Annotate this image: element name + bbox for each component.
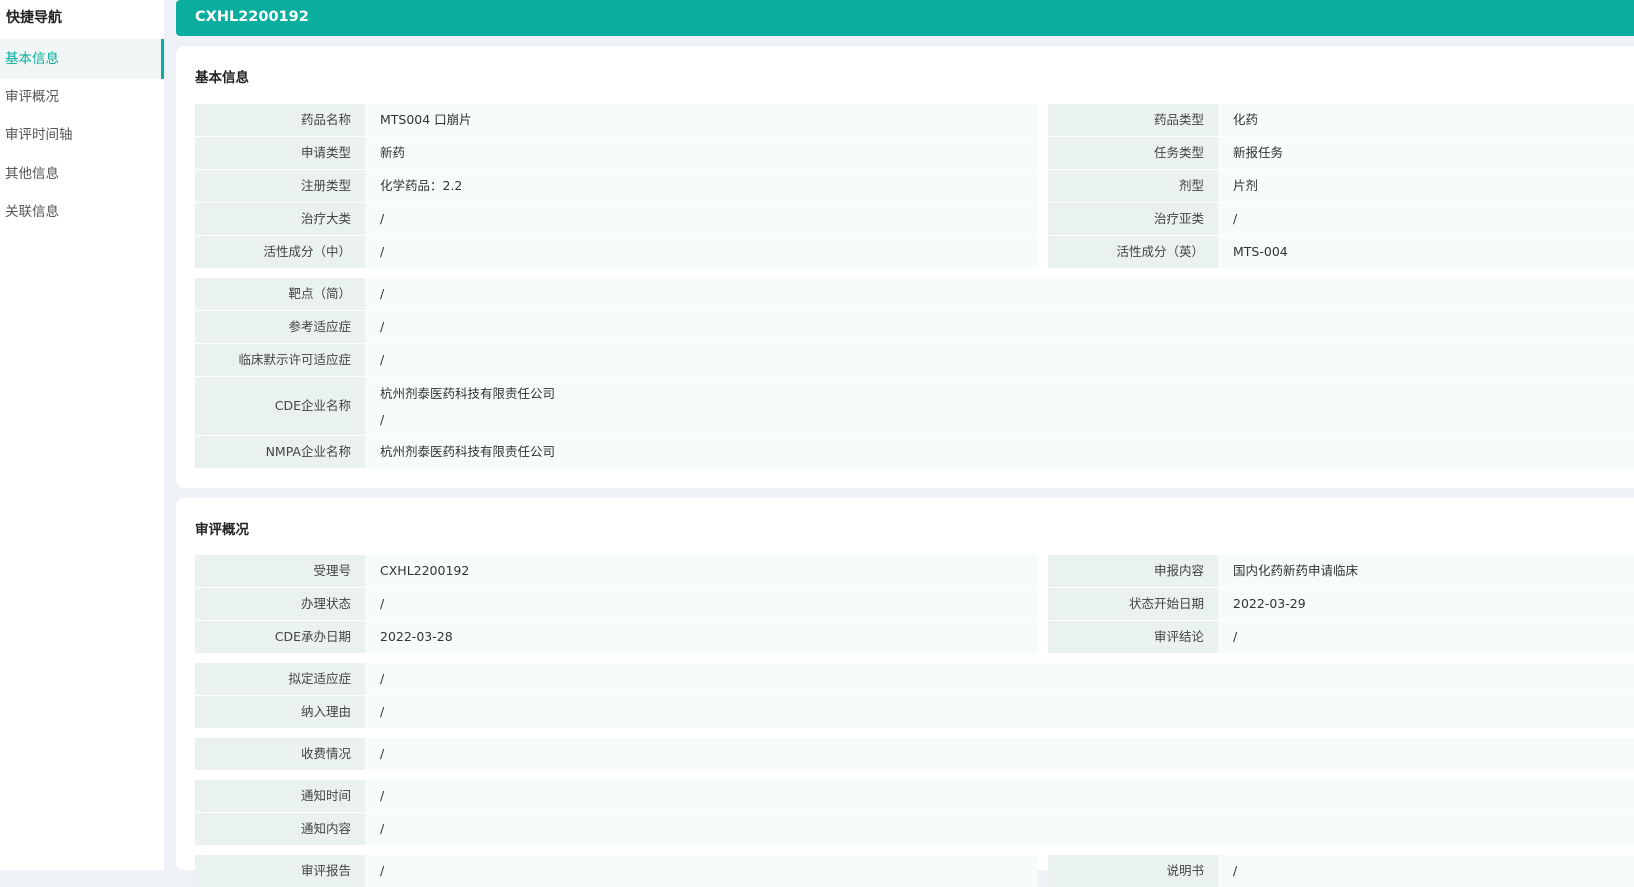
field-value: 新报任务 [1218, 137, 1634, 169]
info-row: NMPA企业名称 杭州剂泰医药科技有限责任公司 [195, 436, 1634, 468]
field-label: 临床默示许可适应症 [195, 344, 365, 376]
info-row: 任务类型 新报任务 [1048, 137, 1634, 169]
info-row: 纳入理由 / [195, 696, 1634, 728]
field-label: 受理号 [195, 555, 365, 587]
field-label: 收费情况 [195, 738, 365, 770]
info-row: 治疗亚类 / [1048, 203, 1634, 235]
field-value: / [365, 278, 1634, 310]
info-row: CDE企业名称 杭州剂泰医药科技有限责任公司 / [195, 377, 1634, 435]
info-row: CDE承办日期 2022-03-28 [195, 621, 1038, 653]
field-value: / [365, 855, 1038, 887]
info-row: 活性成分（中） / [195, 236, 1038, 268]
info-row: 收费情况 / [195, 738, 1634, 770]
field-value: / [365, 696, 1634, 728]
info-row: 说明书 / [1048, 855, 1634, 887]
field-label: 通知时间 [195, 780, 365, 812]
field-label: 通知内容 [195, 813, 365, 845]
field-label: 剂型 [1048, 170, 1218, 202]
field-label: NMPA企业名称 [195, 436, 365, 468]
field-value: 杭州剂泰医药科技有限责任公司 [365, 436, 1634, 468]
field-label: 办理状态 [195, 588, 365, 620]
info-row: 申请类型 新药 [195, 137, 1038, 169]
field-value: 2022-03-29 [1218, 588, 1634, 620]
field-value: / [365, 203, 1038, 235]
field-label: 活性成分（英） [1048, 236, 1218, 268]
field-value: / [365, 663, 1634, 695]
info-row: 办理状态 / [195, 588, 1038, 620]
field-label: 拟定适应症 [195, 663, 365, 695]
field-value: / [365, 588, 1038, 620]
field-value: MTS004 口崩片 [365, 104, 1038, 136]
cde-company-name-2: / [380, 412, 385, 427]
field-value: / [365, 236, 1038, 268]
page-title: CXHL2200192 [195, 9, 309, 25]
quick-nav-sidebar: 快捷导航 基本信息 审评概况 审评时间轴 其他信息 关联信息 [0, 0, 164, 870]
info-row: 药品名称 MTS004 口崩片 [195, 104, 1038, 136]
field-value: / [365, 344, 1634, 376]
basic-info-card: 基本信息 药品名称 MTS004 口崩片 药品类型 化药 申请类型 新药 任务类… [176, 46, 1634, 488]
info-row: 受理号 CXHL2200192 [195, 555, 1038, 587]
info-row: 拟定适应症 / [195, 663, 1634, 695]
field-value: 化学药品：2.2 [365, 170, 1038, 202]
info-row: 靶点（简） / [195, 278, 1634, 310]
field-value: / [365, 780, 1634, 812]
field-label: 纳入理由 [195, 696, 365, 728]
field-value: 片剂 [1218, 170, 1634, 202]
field-value: MTS-004 [1218, 236, 1634, 268]
info-row: 注册类型 化学药品：2.2 [195, 170, 1038, 202]
info-row: 临床默示许可适应症 / [195, 344, 1634, 376]
field-value: / [365, 738, 1634, 770]
field-label: 药品名称 [195, 104, 365, 136]
page-header: CXHL2200192 [176, 0, 1634, 36]
info-row: 申报内容 国内化药新药申请临床 [1048, 555, 1634, 587]
info-row: 审评结论 / [1048, 621, 1634, 653]
info-row: 活性成分（英） MTS-004 [1048, 236, 1634, 268]
field-label: 审评报告 [195, 855, 365, 887]
nav-item-basic-info[interactable]: 基本信息 [0, 39, 164, 79]
info-row: 剂型 片剂 [1048, 170, 1634, 202]
field-label: 药品类型 [1048, 104, 1218, 136]
info-row: 通知内容 / [195, 813, 1634, 845]
field-value: / [365, 813, 1634, 845]
field-label: CDE企业名称 [195, 377, 365, 435]
field-label: CDE承办日期 [195, 621, 365, 653]
quick-nav-title: 快捷导航 [6, 10, 62, 26]
field-label: 靶点（简） [195, 278, 365, 310]
field-value: 化药 [1218, 104, 1634, 136]
field-label: 说明书 [1048, 855, 1218, 887]
info-row: 药品类型 化药 [1048, 104, 1634, 136]
field-value: / [1218, 855, 1634, 887]
info-row: 审评报告 / [195, 855, 1038, 887]
review-overview-card: 审评概况 受理号 CXHL2200192 申报内容 国内化药新药申请临床 办理状… [176, 498, 1634, 887]
field-label: 参考适应症 [195, 311, 365, 343]
review-overview-title: 审评概况 [195, 522, 249, 538]
field-value: CXHL2200192 [365, 555, 1038, 587]
field-label: 任务类型 [1048, 137, 1218, 169]
field-value: / [1218, 203, 1634, 235]
nav-item-review-timeline[interactable]: 审评时间轴 [0, 115, 164, 155]
nav-item-review-overview[interactable]: 审评概况 [0, 77, 164, 117]
nav-item-related-info[interactable]: 关联信息 [0, 192, 164, 232]
field-value: 2022-03-28 [365, 621, 1038, 653]
nav-item-other-info[interactable]: 其他信息 [0, 154, 164, 194]
field-label: 治疗亚类 [1048, 203, 1218, 235]
field-label: 申报内容 [1048, 555, 1218, 587]
field-value: 新药 [365, 137, 1038, 169]
field-label: 注册类型 [195, 170, 365, 202]
field-value: / [365, 311, 1634, 343]
field-label: 审评结论 [1048, 621, 1218, 653]
field-label: 治疗大类 [195, 203, 365, 235]
field-value: 杭州剂泰医药科技有限责任公司 / [365, 377, 1634, 435]
field-label: 状态开始日期 [1048, 588, 1218, 620]
info-row: 参考适应症 / [195, 311, 1634, 343]
info-row: 状态开始日期 2022-03-29 [1048, 588, 1634, 620]
info-row: 治疗大类 / [195, 203, 1038, 235]
field-value: / [1218, 621, 1634, 653]
basic-info-title: 基本信息 [195, 70, 249, 86]
cde-company-name: 杭州剂泰医药科技有限责任公司 [380, 386, 556, 401]
field-label: 活性成分（中） [195, 236, 365, 268]
field-value: 国内化药新药申请临床 [1218, 555, 1634, 587]
field-label: 申请类型 [195, 137, 365, 169]
info-row: 通知时间 / [195, 780, 1634, 812]
